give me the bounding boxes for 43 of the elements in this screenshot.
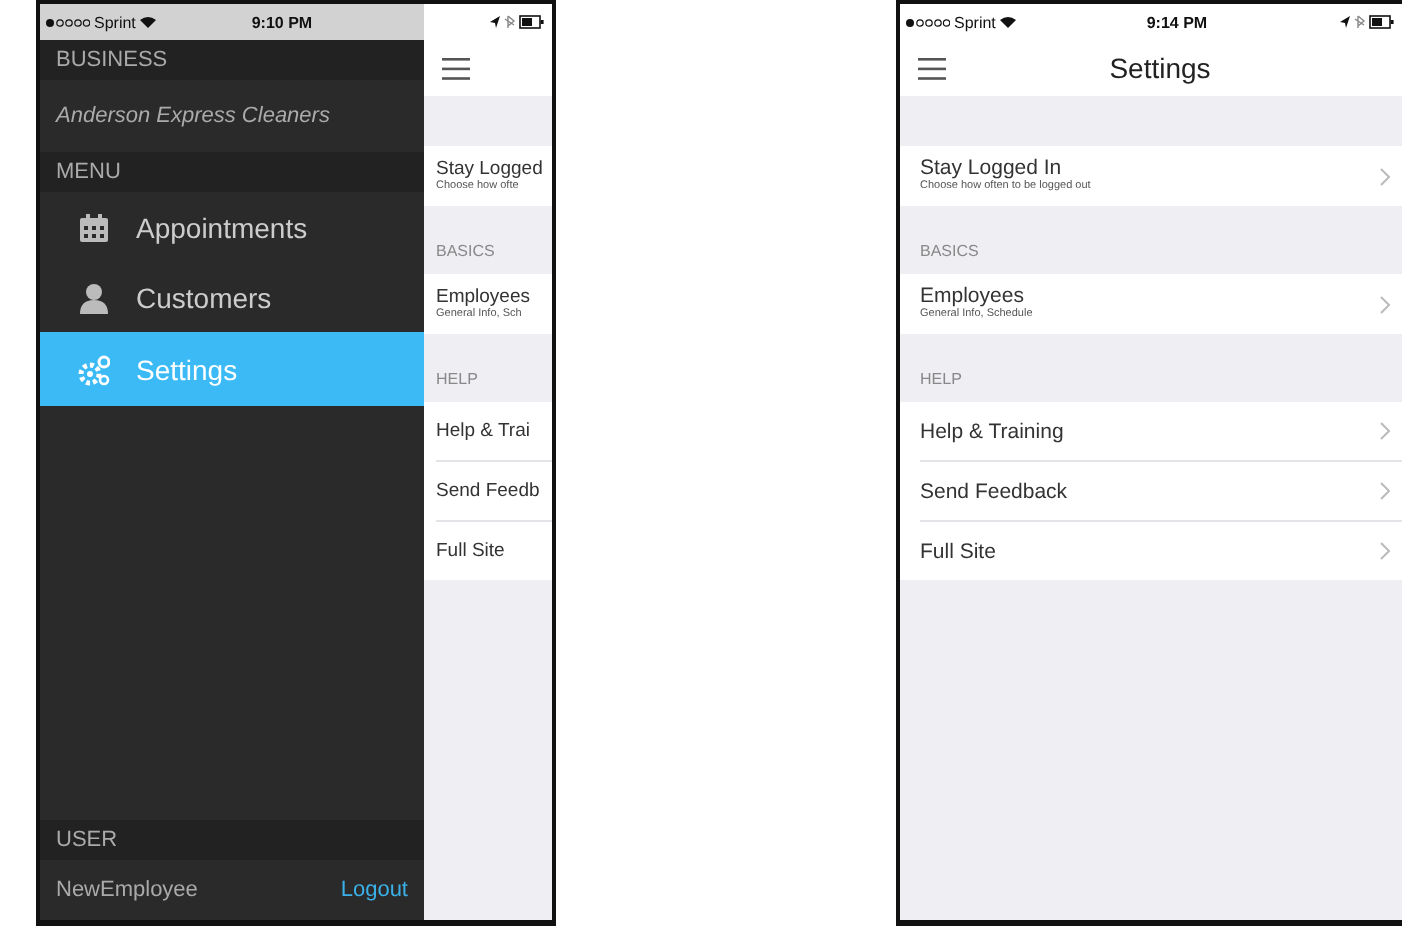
row-title: Stay Logged xyxy=(436,158,543,180)
section-header: HELP xyxy=(434,368,480,392)
signal-icon xyxy=(906,17,950,27)
settings-row[interactable]: Help & Training xyxy=(920,402,1402,460)
section-header: USER xyxy=(40,820,424,860)
logout-link[interactable]: Logout xyxy=(340,878,408,902)
settings-row[interactable]: Send Feedback xyxy=(920,460,1402,520)
settings-row[interactable]: Send Feedb xyxy=(436,460,552,520)
menu-icon xyxy=(918,57,946,79)
chevron-icon xyxy=(1380,422,1390,440)
signal-icon xyxy=(46,17,90,27)
chevron-icon xyxy=(1380,482,1390,500)
gears-icon xyxy=(78,353,110,385)
status-time: 9:10 PM xyxy=(251,13,313,31)
user-name: NewEmployee xyxy=(56,878,198,902)
chevron-icon xyxy=(1380,542,1390,560)
business-name: Anderson Express Cleaners xyxy=(53,102,332,132)
section-header: BASICS xyxy=(918,240,981,264)
row-title: Employees xyxy=(920,286,1026,308)
wifi-icon xyxy=(999,16,1016,28)
carrier-name: Sprint xyxy=(94,13,136,31)
wifi-icon xyxy=(139,16,156,28)
status-time: 9:14 PM xyxy=(1146,13,1208,31)
screen-title: Settings xyxy=(1109,52,1211,84)
menu-icon xyxy=(442,57,470,79)
status-icons xyxy=(487,14,544,30)
chevron-icon xyxy=(1380,167,1390,185)
settings-row[interactable]: Help & Trai xyxy=(436,402,552,460)
calendar-icon xyxy=(78,211,110,243)
section-header: BASICS xyxy=(434,240,497,264)
section-header: BUSINESS xyxy=(40,40,424,80)
section-header: HELP xyxy=(918,368,964,392)
carrier-name: Sprint xyxy=(954,13,996,31)
row-title: Employees xyxy=(436,286,532,308)
status-icons xyxy=(1337,14,1394,30)
menu-item[interactable]: Customers xyxy=(40,262,424,332)
menu-item[interactable]: Appointments xyxy=(40,192,424,262)
section-header: MENU xyxy=(40,152,424,192)
person-icon xyxy=(78,281,110,313)
settings-row[interactable]: Full Site xyxy=(436,520,552,580)
row-title: Stay Logged In xyxy=(920,158,1064,180)
settings-row[interactable]: Full Site xyxy=(920,520,1402,580)
chevron-icon xyxy=(1380,295,1390,313)
